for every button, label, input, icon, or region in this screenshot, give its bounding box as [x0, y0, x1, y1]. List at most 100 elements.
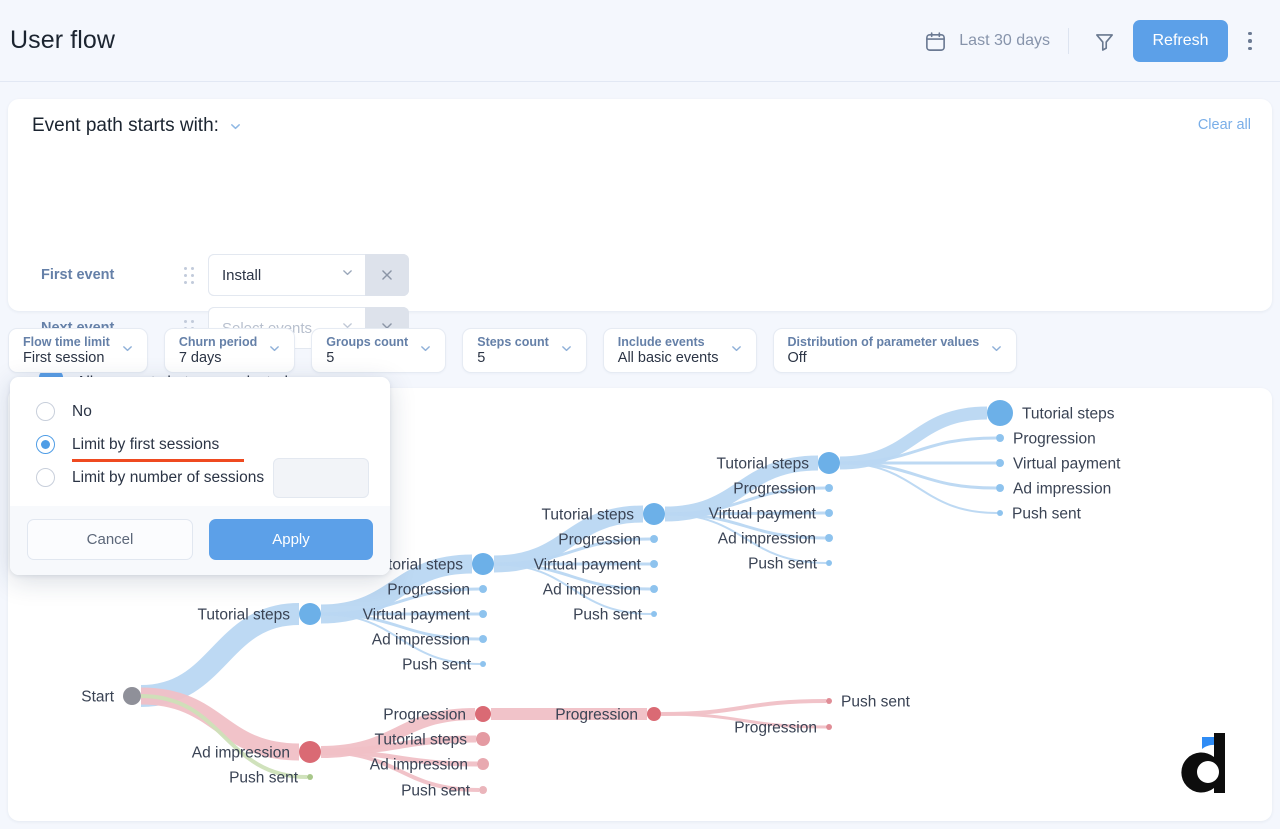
- pill-include-events[interactable]: Include events All basic events: [603, 328, 757, 373]
- sankey-node-label: Push sent: [748, 556, 818, 573]
- header-actions: Last 30 days Refresh: [924, 0, 1266, 82]
- sankey-node[interactable]: [476, 732, 490, 746]
- pill-flow-time-limit[interactable]: Flow time limit First session: [8, 328, 148, 373]
- popup-options: No Limit by first sessions Limit by numb…: [10, 377, 390, 506]
- radio-label: Limit by first sessions: [72, 436, 219, 454]
- sankey-node[interactable]: [479, 610, 487, 618]
- pill-label: Flow time limit: [23, 335, 110, 349]
- date-range-picker[interactable]: Last 30 days: [924, 30, 1050, 53]
- sankey-node-label: Tutorial steps: [717, 456, 810, 473]
- sankey-node[interactable]: [299, 741, 321, 763]
- sankey-node-label: Progression: [383, 707, 466, 724]
- sankey-node[interactable]: [651, 611, 657, 617]
- radio-option-limit-by-number-of-sessions[interactable]: Limit by number of sessions: [10, 461, 390, 494]
- settings-pill-row: Flow time limit First session Churn peri…: [8, 328, 1017, 373]
- chevron-down-icon: [990, 342, 1003, 360]
- sankey-node[interactable]: [479, 786, 487, 794]
- sankey-node[interactable]: [480, 661, 486, 667]
- sankey-node-label: Start: [81, 689, 114, 706]
- event-path-header[interactable]: Event path starts with:: [32, 115, 242, 137]
- first-event-select[interactable]: Install: [208, 254, 365, 296]
- sankey-node-label: Ad impression: [192, 745, 290, 762]
- sankey-node[interactable]: [997, 510, 1003, 516]
- first-event-select-wrap: Install: [208, 254, 409, 296]
- chevron-down-icon: [419, 342, 432, 360]
- pill-value: 5: [477, 350, 549, 367]
- cancel-button[interactable]: Cancel: [27, 519, 193, 560]
- sankey-node[interactable]: [996, 459, 1004, 467]
- sankey-node[interactable]: [825, 534, 833, 542]
- sankey-node-label: Push sent: [401, 783, 471, 800]
- refresh-button[interactable]: Refresh: [1133, 20, 1228, 62]
- sankey-node-label: Virtual payment: [534, 557, 642, 574]
- sankey-node[interactable]: [825, 509, 833, 517]
- sankey-link[interactable]: [840, 413, 987, 463]
- sessions-number-input[interactable]: [273, 458, 369, 498]
- chevron-down-icon[interactable]: [229, 120, 242, 133]
- sankey-node-label: Tutorial steps: [1022, 406, 1115, 423]
- radio-icon[interactable]: [36, 402, 55, 421]
- date-range-label: Last 30 days: [959, 32, 1050, 50]
- page-header: User flow Last 30 days Refresh: [0, 0, 1280, 82]
- drag-handle-icon[interactable]: [181, 264, 197, 286]
- sankey-node[interactable]: [650, 560, 658, 568]
- sankey-node[interactable]: [996, 484, 1004, 492]
- sankey-node[interactable]: [307, 774, 313, 780]
- radio-icon[interactable]: [36, 468, 55, 487]
- sankey-node[interactable]: [472, 553, 494, 575]
- first-event-remove-button[interactable]: [365, 254, 409, 296]
- radio-icon-selected[interactable]: [36, 435, 55, 454]
- sankey-node-label: Ad impression: [370, 757, 468, 774]
- filter-funnel-icon[interactable]: [1087, 24, 1121, 58]
- calendar-icon: [924, 30, 947, 53]
- sankey-node[interactable]: [299, 603, 321, 625]
- pill-label: Steps count: [477, 335, 549, 349]
- apply-button[interactable]: Apply: [209, 519, 373, 560]
- sankey-node[interactable]: [996, 434, 1004, 442]
- pill-value: 5: [326, 350, 408, 367]
- sankey-node[interactable]: [647, 707, 661, 721]
- sankey-node[interactable]: [479, 635, 487, 643]
- popup-footer: Cancel Apply: [10, 506, 390, 575]
- sankey-node-label: Push sent: [573, 607, 643, 624]
- sankey-node-label: Progression: [733, 481, 816, 498]
- sankey-node[interactable]: [650, 585, 658, 593]
- pill-value: All basic events: [618, 350, 719, 367]
- radio-label: No: [72, 403, 92, 421]
- sankey-node[interactable]: [479, 585, 487, 593]
- header-divider: [1068, 28, 1069, 54]
- sankey-node[interactable]: [826, 560, 832, 566]
- pill-distribution-of-parameter-values[interactable]: Distribution of parameter values Off: [773, 328, 1018, 373]
- sankey-node[interactable]: [825, 484, 833, 492]
- sankey-link[interactable]: [141, 614, 299, 696]
- sankey-node[interactable]: [826, 698, 832, 704]
- sankey-node-label: Push sent: [402, 657, 472, 674]
- pill-value: Off: [788, 350, 980, 367]
- sankey-node-label: Ad impression: [1013, 481, 1111, 498]
- sankey-node-label: Ad impression: [718, 531, 816, 548]
- sankey-node[interactable]: [477, 758, 489, 770]
- sankey-node-label: Progression: [734, 720, 817, 737]
- more-vertical-icon[interactable]: [1234, 21, 1266, 61]
- pill-value: 7 days: [179, 350, 257, 367]
- sankey-node[interactable]: [123, 687, 141, 705]
- sankey-node-label: Virtual payment: [363, 607, 471, 624]
- sankey-node[interactable]: [650, 535, 658, 543]
- sankey-node[interactable]: [818, 452, 840, 474]
- sankey-link[interactable]: [661, 701, 826, 714]
- event-path-filter-card: Event path starts with: Clear all First …: [8, 99, 1272, 311]
- clear-all-button[interactable]: Clear all: [1198, 117, 1251, 133]
- sankey-node[interactable]: [987, 400, 1013, 426]
- pill-churn-period[interactable]: Churn period 7 days: [164, 328, 295, 373]
- sankey-node[interactable]: [826, 724, 832, 730]
- sankey-node-label: Push sent: [229, 770, 299, 787]
- sankey-node[interactable]: [643, 503, 665, 525]
- pill-groups-count[interactable]: Groups count 5: [311, 328, 446, 373]
- pill-steps-count[interactable]: Steps count 5: [462, 328, 587, 373]
- chevron-down-icon: [268, 342, 281, 360]
- radio-option-no[interactable]: No: [10, 395, 390, 428]
- radio-option-limit-by-first-sessions[interactable]: Limit by first sessions: [10, 428, 390, 461]
- first-event-value: Install: [222, 267, 261, 284]
- sankey-link[interactable]: [141, 696, 307, 777]
- sankey-node[interactable]: [475, 706, 491, 722]
